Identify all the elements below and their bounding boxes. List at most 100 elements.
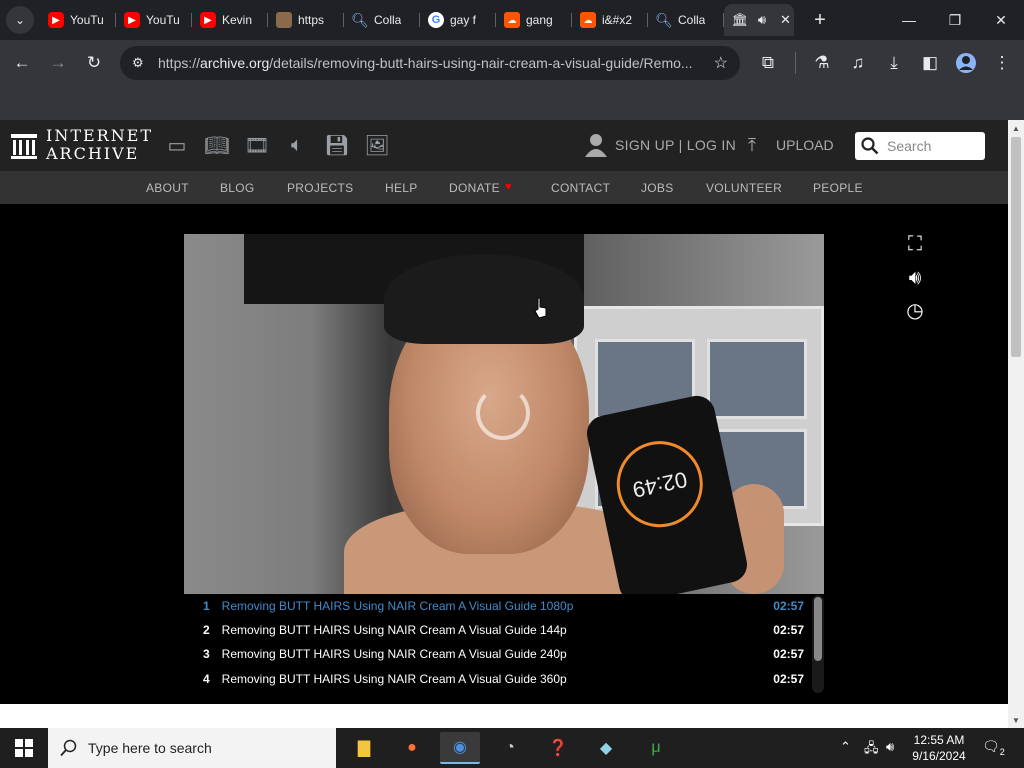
side-panel-icon[interactable]: ◧ (918, 51, 942, 75)
search-icon: 🔍︎ (655, 11, 673, 28)
video-player[interactable]: 02:49 (184, 234, 824, 594)
reload-button[interactable]: ↻ (82, 51, 106, 75)
scroll-up-icon[interactable]: ▲ (1008, 120, 1024, 136)
tab[interactable]: ▶ YouTu (116, 4, 192, 36)
tab[interactable]: ☁ i&#x2 (572, 4, 648, 36)
new-tab-button[interactable]: + (808, 8, 832, 32)
tab[interactable]: 🔍︎ Colla (344, 4, 420, 36)
nav-jobs[interactable]: JOBS (641, 181, 674, 195)
utorrent-icon[interactable]: μ (636, 732, 676, 764)
media-type-icons: ▭ 📖︎ 🎞︎ 🔈︎ 💾︎ 🖼︎ (165, 133, 390, 157)
nav-volunteer[interactable]: VOLUNTEER (706, 181, 782, 195)
tab-title: Colla (374, 13, 402, 27)
tab[interactable]: Ggay f (420, 4, 496, 36)
images-icon[interactable]: 🖼︎ (364, 133, 389, 157)
bookmark-star-icon[interactable]: ☆ (714, 53, 728, 73)
volume-icon[interactable]: 🔊︎ (903, 266, 927, 290)
labs-icon[interactable]: ⚗ (810, 51, 834, 75)
playlist-item[interactable]: 4 Removing BUTT HAIRS Using NAIR Cream A… (184, 667, 804, 691)
extensions-icon[interactable]: ⧉ (756, 51, 780, 75)
image-icon (276, 12, 292, 28)
page-content-below (0, 704, 1008, 728)
restore-button[interactable]: ❐ (932, 0, 978, 40)
profile-avatar-icon[interactable] (954, 51, 978, 75)
browser-toolbar: ← → ↻ ⚙︎ https://archive.org/details/rem… (0, 40, 1024, 86)
playlist-scrollbar[interactable] (812, 595, 824, 693)
playlist-scroll-thumb[interactable] (814, 597, 822, 661)
clock-date: 9/16/2024 (912, 749, 966, 763)
download-icon[interactable]: ⤓ (882, 51, 906, 75)
system-clock[interactable]: 12:55 AM 9/16/2024 (908, 732, 970, 764)
tab[interactable]: ☁ gang (496, 4, 572, 36)
taskbar-search[interactable]: Type here to search (48, 728, 336, 768)
playlist-item[interactable]: 2 Removing BUTT HAIRS Using NAIR Cream A… (184, 618, 804, 642)
playlist-item[interactable]: 3 Removing BUTT HAIRS Using NAIR Cream A… (184, 642, 804, 666)
audio-icon[interactable]: 🔈︎ (285, 133, 309, 157)
tab[interactable]: ▶ Kevin (192, 4, 268, 36)
notes-app-icon[interactable]: ◆ (586, 732, 626, 764)
address-bar[interactable]: ⚙︎ https://archive.org/details/removing-… (120, 46, 740, 80)
ia-search[interactable] (855, 132, 985, 160)
software-icon[interactable]: 💾︎ (324, 133, 349, 157)
scroll-down-icon[interactable]: ▼ (1008, 712, 1024, 728)
tab[interactable]: https (268, 4, 344, 36)
help-app-icon[interactable]: ❓ (538, 732, 578, 764)
web-icon[interactable]: ▭ (165, 133, 189, 157)
youtube-icon: ▶ (200, 12, 216, 28)
texts-icon[interactable]: 📖︎ (204, 133, 229, 157)
tab-active[interactable]: 🏛︎ 🔊︎ ✕ (724, 4, 794, 36)
close-tab-icon[interactable]: ✕ (780, 12, 791, 28)
page-scrollbar[interactable]: ▲ ▼ (1008, 120, 1024, 728)
nav-donate[interactable]: DONATE (449, 181, 500, 195)
heart-icon[interactable]: ♥ (505, 181, 512, 193)
upload-icon[interactable]: ⤒ (748, 135, 756, 156)
site-settings-icon[interactable]: ⚙︎ (132, 55, 152, 71)
tab-title: gang (526, 13, 553, 27)
upload-link[interactable]: UPLOAD (776, 137, 834, 153)
fullscreen-icon[interactable]: ⛶ (903, 232, 927, 256)
archive-logo-icon[interactable] (10, 132, 38, 160)
ia-header: INTERNET ARCHIVE ▭ 📖︎ 🎞︎ 🔈︎ 💾︎ 🖼︎ SIGN U… (0, 120, 1008, 171)
tab[interactable]: ▶ YouTu (40, 4, 116, 36)
media-app-icon[interactable]: ◔ (490, 732, 530, 764)
tab-search-button[interactable]: ⌄ (6, 6, 34, 34)
nav-about[interactable]: ABOUT (146, 181, 189, 195)
chrome-icon[interactable]: ◉ (440, 732, 480, 764)
soundcloud-icon: ☁ (504, 12, 520, 28)
file-explorer-icon[interactable]: ▇ (344, 732, 384, 764)
user-icon[interactable] (585, 133, 607, 157)
tab[interactable]: 🔍︎ Colla (648, 4, 724, 36)
signup-login-link[interactable]: SIGN UP | LOG IN (615, 137, 736, 153)
tab-strip: ⌄ ▶ YouTu ▶ YouTu ▶ Kevin https 🔍︎ Colla Gga… (0, 0, 1024, 40)
video-icon[interactable]: 🎞︎ (244, 133, 269, 157)
url-text[interactable]: https://archive.org/details/removing-but… (158, 55, 703, 71)
nav-blog[interactable]: BLOG (220, 181, 255, 195)
network-icon[interactable]: 🖧︎ (864, 739, 879, 761)
tab-title: gay f (450, 13, 477, 27)
nav-help[interactable]: HELP (385, 181, 418, 195)
forward-button[interactable]: → (46, 51, 70, 75)
close-window-button[interactable]: ✕ (978, 0, 1024, 40)
menu-icon[interactable]: ⋮ (990, 51, 1014, 75)
search-input[interactable] (885, 137, 985, 155)
playlist-item[interactable]: 1 Removing BUTT HAIRS Using NAIR Cream A… (184, 594, 804, 618)
page-scroll-thumb[interactable] (1011, 137, 1021, 357)
media-control-icon[interactable]: ♫ (846, 51, 870, 75)
clock-icon[interactable]: ◷ (903, 298, 927, 322)
soundcloud-icon: ☁ (580, 12, 596, 28)
notification-center-icon[interactable]: 🗨︎2 (982, 738, 1006, 758)
tray-chevron-icon[interactable]: ⌃ (840, 739, 851, 755)
nav-people[interactable]: PEOPLE (813, 181, 863, 195)
archive-logo-text[interactable]: INTERNET ARCHIVE (46, 127, 153, 163)
windows-start-button[interactable] (0, 728, 48, 768)
firefox-icon[interactable]: ● (392, 732, 432, 764)
volume-tray-icon[interactable]: 🔊︎ (886, 739, 894, 755)
minimize-button[interactable]: — (886, 0, 932, 40)
nav-projects[interactable]: PROJECTS (287, 181, 353, 195)
back-button[interactable]: ← (10, 51, 34, 75)
nav-contact[interactable]: CONTACT (551, 181, 610, 195)
youtube-icon: ▶ (124, 12, 140, 28)
hand-cursor-icon (534, 297, 547, 319)
speaker-icon[interactable]: 🔊︎ (754, 12, 770, 28)
tab-title: YouTu (70, 13, 104, 27)
